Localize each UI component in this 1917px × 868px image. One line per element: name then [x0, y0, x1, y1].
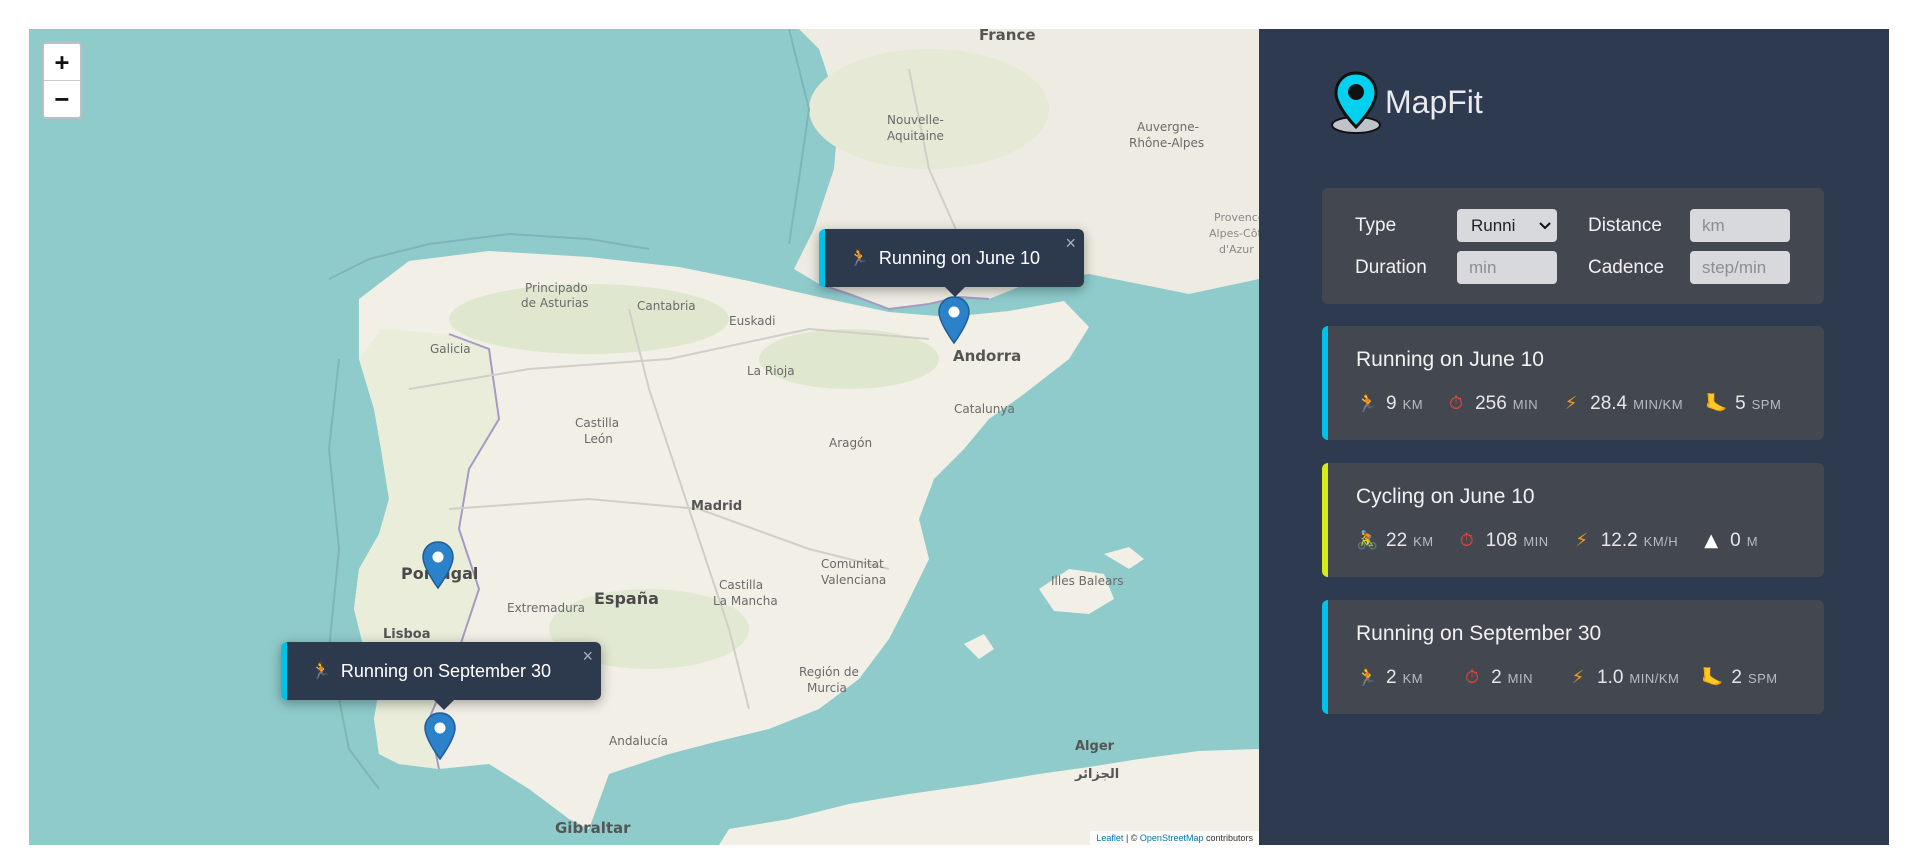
map-label-provence: Provence-	[1214, 211, 1259, 224]
leaflet-link[interactable]: Leaflet	[1096, 833, 1123, 843]
map-popup[interactable]: 🏃 Running on September 30 ×	[281, 642, 601, 710]
mountain-icon: ▲	[1704, 530, 1719, 551]
workout-card-running[interactable]: Running on June 10 🏃 9 KM ⏱ 256 MIN ⚡ 28.4 MIN…	[1322, 326, 1824, 440]
popup-text: Running on June 10	[878, 247, 1041, 268]
lightning-icon: ⚡	[1575, 530, 1588, 551]
type-select[interactable]: Runni	[1457, 209, 1557, 242]
zoom-in-button[interactable]: +	[44, 44, 80, 80]
map-label-france: France	[979, 29, 1036, 44]
distance-label: Distance	[1588, 214, 1662, 236]
map-label-andalucia: Andalucía	[609, 734, 669, 748]
map-label-asturias-2: de Asturias	[521, 296, 589, 310]
osm-link[interactable]: OpenStreetMap	[1140, 833, 1204, 843]
type-label: Type	[1355, 214, 1397, 236]
map-label-provence-2: Alpes-Côte	[1209, 227, 1259, 240]
map-marker-icon[interactable]	[424, 712, 456, 760]
map-label-alger-ar: الجزائر	[1075, 767, 1120, 782]
app-logo: MapFit	[1329, 69, 1483, 135]
runner-icon: 🏃	[311, 663, 331, 680]
map-marker-icon[interactable]	[938, 296, 970, 344]
workout-card-running[interactable]: Running on September 30 🏃 2 KM ⏱ 2 MIN ⚡ 1.0 M…	[1322, 600, 1824, 714]
map-label-la-rioja: La Rioja	[747, 364, 795, 378]
map-popup[interactable]: 🏃 Running on June 10 ×	[819, 229, 1084, 297]
cyclist-icon: 🚴	[1356, 530, 1379, 551]
pace-value: 1.0	[1597, 667, 1624, 688]
runner-icon: 🏃	[849, 250, 869, 267]
map-label-auvergne: Auvergne-	[1137, 120, 1199, 134]
app-container: France Nouvelle- Aquitaine Auvergne- Rhô…	[29, 29, 1889, 845]
cadence-value: 2	[1731, 667, 1742, 688]
map-label-alger: Alger	[1075, 739, 1115, 754]
runner-icon: 🏃	[1356, 393, 1379, 414]
runner-icon: 🏃	[1356, 667, 1379, 688]
popup-close-button[interactable]: ×	[1065, 233, 1076, 254]
map-label-asturias: Principado	[525, 281, 588, 295]
distance-value: 22	[1386, 530, 1408, 551]
workout-form: Type Runni Distance km Duration min Cade…	[1322, 188, 1824, 304]
map-label-galicia: Galicia	[430, 342, 471, 356]
cadence-value: 5	[1735, 393, 1746, 414]
distance-input[interactable]: km	[1690, 209, 1790, 242]
map-label-aragon: Aragón	[829, 436, 873, 450]
foot-icon: 🦶	[1705, 393, 1728, 414]
duration-value: 2	[1491, 667, 1502, 688]
pace-value: 28.4	[1590, 393, 1628, 414]
map-label-illes-balears: Illes Balears	[1051, 574, 1124, 588]
map-label-castilla-mancha-2: La Mancha	[713, 594, 778, 608]
distance-value: 2	[1386, 667, 1397, 688]
app-name: MapFit	[1385, 83, 1483, 120]
popup-close-button[interactable]: ×	[582, 646, 593, 667]
map-label-murcia: Región de	[799, 665, 859, 679]
map-pin-logo-icon	[1331, 71, 1381, 134]
duration-value: 256	[1475, 393, 1507, 414]
lightning-icon: ⚡	[1571, 667, 1585, 688]
map-label-comunitat: Comunitat	[821, 557, 884, 571]
map-label-auvergne-2: Rhône-Alpes	[1129, 136, 1205, 150]
map-label-provence-3: d'Azur	[1219, 243, 1254, 256]
map-label-gibraltar: Gibraltar	[555, 819, 631, 837]
map[interactable]: France Nouvelle- Aquitaine Auvergne- Rhô…	[29, 29, 1259, 845]
map-marker-icon[interactable]	[422, 541, 454, 589]
duration-input[interactable]: min	[1457, 251, 1557, 284]
workout-title: Cycling on June 10	[1356, 485, 1535, 508]
map-label-lisboa: Lisboa	[383, 627, 431, 642]
map-attribution: Leaflet | © OpenStreetMap contributors	[1090, 831, 1259, 845]
map-label-cantabria: Cantabria	[637, 299, 696, 313]
duration-label: Duration	[1355, 256, 1427, 278]
map-tiles	[29, 29, 1259, 845]
cadence-input[interactable]: step/min	[1690, 251, 1790, 284]
foot-icon: 🦶	[1701, 667, 1724, 688]
map-label-madrid: Madrid	[691, 499, 743, 514]
popup-text: Running on September 30	[340, 660, 552, 681]
map-label-euskadi: Euskadi	[729, 314, 776, 328]
stopwatch-icon: ⏱	[1465, 667, 1480, 688]
lightning-icon: ⚡	[1564, 393, 1578, 414]
stopwatch-icon: ⏱	[1459, 530, 1474, 551]
workout-title: Running on June 10	[1356, 348, 1544, 371]
workout-title: Running on September 30	[1356, 622, 1602, 645]
map-label-espana: España	[594, 589, 659, 608]
map-label-nouvelle-aquitaine-2: Aquitaine	[887, 129, 944, 143]
map-label-catalunya: Catalunya	[954, 402, 1015, 416]
map-label-comunitat-2: Valenciana	[821, 573, 887, 587]
sidebar: MapFit Type Runni Distance km Duration m…	[1259, 29, 1889, 845]
elevation-value: 0	[1730, 530, 1741, 551]
workout-card-cycling[interactable]: Cycling on June 10 🚴 22 KM ⏱ 108 MIN ⚡ 12.2 KM…	[1322, 463, 1824, 577]
speed-value: 12.2	[1600, 530, 1638, 551]
map-label-andorra: Andorra	[953, 347, 1022, 365]
map-label-murcia-2: Murcia	[807, 681, 847, 695]
zoom-out-button[interactable]: −	[44, 80, 80, 117]
map-label-nouvelle-aquitaine: Nouvelle-	[887, 113, 944, 127]
zoom-control: + −	[42, 42, 82, 119]
distance-value: 9	[1386, 393, 1397, 414]
stopwatch-icon: ⏱	[1449, 393, 1464, 414]
duration-value: 108	[1485, 530, 1518, 551]
map-label-extremadura: Extremadura	[507, 601, 585, 615]
map-label-castilla-leon: Castilla	[575, 416, 620, 430]
map-label-castilla-leon-2: León	[584, 432, 613, 446]
cadence-label: Cadence	[1588, 256, 1665, 278]
chevron-down-icon	[1539, 221, 1551, 229]
map-label-castilla-mancha: Castilla	[719, 578, 764, 592]
